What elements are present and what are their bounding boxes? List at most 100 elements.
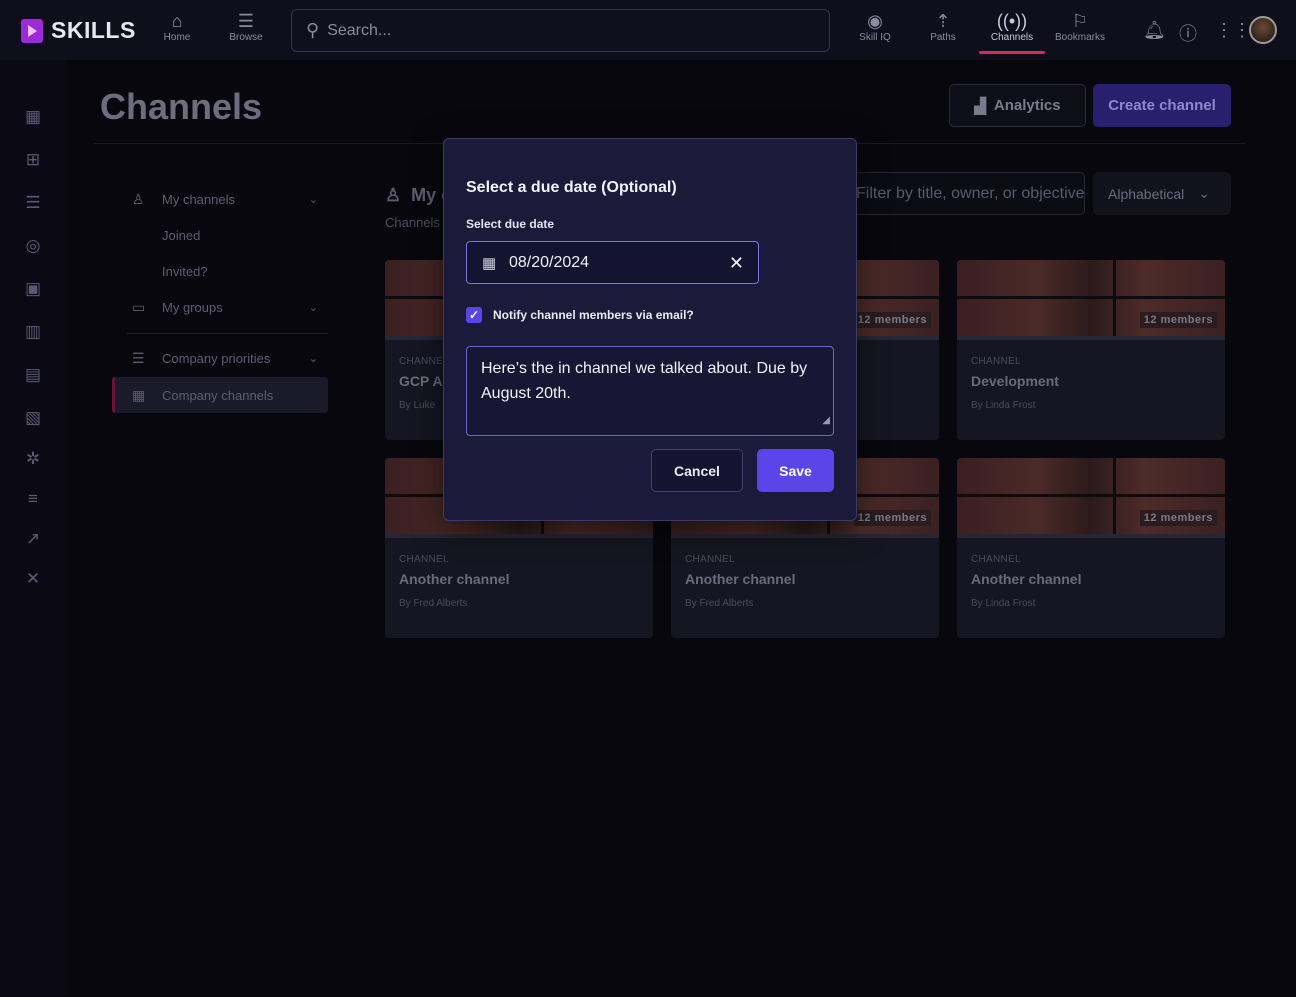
priorities-icon[interactable]: ≡ bbox=[22, 488, 44, 510]
chevron-down-icon: ⌄ bbox=[308, 193, 318, 206]
sidebar-item-label: Company channels bbox=[162, 387, 274, 403]
card-kicker: CHANNEL bbox=[399, 554, 449, 565]
card-progress-strip bbox=[385, 534, 653, 538]
left-rail: ▦ ⊞ ☰ ◎ ▣ ▥ ▤ ▧ ✲ ≡ ↗ ✕ bbox=[0, 60, 66, 997]
search-input[interactable] bbox=[327, 21, 808, 40]
notifications-icon[interactable]: 🔔︎ bbox=[1143, 20, 1166, 41]
chevron-down-icon: ⌄ bbox=[308, 352, 318, 365]
skills-logo[interactable]: SKILLS bbox=[21, 17, 136, 44]
skills-logo-icon bbox=[21, 18, 43, 43]
card-owner: By Fred Alberts bbox=[685, 598, 754, 609]
nav-skill-iq[interactable]: ◉ Skill IQ bbox=[840, 10, 910, 43]
calendar-icon[interactable]: ▦ bbox=[482, 254, 500, 272]
tools-icon[interactable]: ✕ bbox=[22, 568, 44, 590]
channel-card[interactable]: 12 members CHANNEL Another channel By Li… bbox=[957, 458, 1225, 638]
search-bar[interactable]: ⚲ bbox=[291, 9, 830, 52]
sidebar-item-label: My groups bbox=[162, 299, 223, 315]
list-icon[interactable]: ☰ bbox=[22, 192, 44, 214]
card-kicker: CHANNEL bbox=[399, 356, 449, 367]
create-channel-button[interactable]: Create channel bbox=[1093, 84, 1231, 127]
analytics-button[interactable]: ▟ Analytics bbox=[949, 84, 1086, 127]
sidebar-item-company-channels[interactable]: ▦ Company channels bbox=[112, 377, 328, 413]
card-kicker: CHANNEL bbox=[685, 554, 735, 565]
card-owner: By Luke bbox=[399, 400, 436, 411]
message-textarea[interactable]: Here’s the in channel we talked about. D… bbox=[466, 346, 834, 436]
sidebar-item-invited[interactable]: Invited? bbox=[112, 253, 328, 289]
notify-label: Notify channel members via email? bbox=[493, 308, 694, 322]
card-title: GCP A bbox=[399, 373, 443, 389]
card-progress-strip bbox=[671, 534, 939, 538]
sidebar-divider bbox=[127, 333, 328, 334]
integrations-icon[interactable]: ✲ bbox=[22, 448, 44, 470]
sidebar-item-label: Company priorities bbox=[162, 350, 271, 366]
nav-browse[interactable]: ☰ Browse bbox=[211, 10, 281, 43]
dashboard-icon[interactable]: ▦ bbox=[22, 106, 44, 128]
analytics-rail-icon[interactable]: ▥ bbox=[22, 321, 44, 343]
sort-select-value: Alphabetical bbox=[1108, 185, 1185, 202]
due-date-label: Select due date bbox=[466, 217, 555, 231]
list-icon: ☰ bbox=[132, 349, 145, 366]
due-date-dialog: Select a due date (Optional) Select due … bbox=[443, 138, 857, 521]
brand-name: SKILLS bbox=[51, 17, 136, 43]
sidebar-item-label: Joined bbox=[162, 227, 201, 243]
card-owner: By Linda Frost bbox=[971, 598, 1036, 609]
members-badge: 12 members bbox=[853, 312, 931, 328]
card-kicker: CHANNEL bbox=[971, 356, 1021, 367]
notify-checkbox-row[interactable]: ✓ Notify channel members via email? bbox=[466, 307, 694, 323]
user-icon: ♙ bbox=[385, 185, 402, 205]
section-subtitle: Channels bbox=[385, 215, 440, 230]
sidebar-item-my-groups[interactable]: ▭ My groups ⌄ bbox=[112, 289, 328, 325]
save-button[interactable]: Save bbox=[757, 449, 834, 492]
filter-input[interactable]: Filter by title, owner, or objective bbox=[840, 172, 1085, 215]
cancel-button[interactable]: Cancel bbox=[651, 449, 743, 492]
trend-icon[interactable]: ↗ bbox=[22, 528, 44, 550]
help-icon[interactable]: ⓘ bbox=[1179, 20, 1197, 46]
channel-card[interactable]: 12 members CHANNEL Development By Linda … bbox=[957, 260, 1225, 440]
channels-rail-icon[interactable]: ◎ bbox=[22, 235, 44, 257]
nav-skill-iq-label: Skill IQ bbox=[859, 32, 891, 43]
card-progress-strip bbox=[957, 534, 1225, 538]
page-title: Channels bbox=[100, 86, 263, 127]
card-title: Another channel bbox=[971, 571, 1082, 587]
nav-channels-label: Channels bbox=[990, 32, 1034, 43]
sidebar-item-joined[interactable]: Joined bbox=[112, 217, 328, 253]
nav-paths-label: Paths bbox=[930, 32, 956, 43]
building-icon: ▦ bbox=[132, 386, 146, 403]
catalog-icon[interactable]: ▧ bbox=[22, 407, 44, 429]
resize-handle-icon[interactable]: ◢ bbox=[822, 408, 830, 433]
nav-channels[interactable]: ((•)) Channels bbox=[977, 10, 1047, 54]
nav-bookmarks-label: Bookmarks bbox=[1054, 32, 1105, 43]
folder-icon: ▭ bbox=[132, 298, 146, 315]
nav-paths[interactable]: ⇡ Paths bbox=[908, 10, 978, 43]
dialog-title: Select a due date (Optional) bbox=[466, 179, 677, 196]
channels-icon: ((•)) bbox=[996, 11, 1028, 31]
members-badge: 12 members bbox=[1139, 312, 1217, 328]
top-bar: SKILLS ⌂ Home ☰ Browse ⚲ ◉ Skill IQ ⇡ Pa… bbox=[0, 0, 1296, 60]
bookmark-icon: ⚐ bbox=[1071, 11, 1089, 31]
browse-icon: ☰ bbox=[237, 11, 255, 31]
card-kicker: CHANNEL bbox=[971, 554, 1021, 565]
sidebar-item-company-priorities[interactable]: ☰ Company priorities ⌄ bbox=[112, 340, 328, 376]
skill-iq-icon: ◉ bbox=[867, 11, 883, 31]
sidebar-item-my-channels[interactable]: ♙ My channels ⌄ bbox=[112, 181, 328, 217]
org-chart-icon[interactable]: ⊞ bbox=[22, 149, 44, 171]
chevron-down-icon: ⌄ bbox=[308, 301, 318, 314]
card-owner: By Linda Frost bbox=[971, 400, 1036, 411]
due-date-field[interactable]: ▦ 08/20/2024 ✕ bbox=[466, 241, 759, 284]
avatar[interactable] bbox=[1249, 16, 1277, 44]
building-icon[interactable]: ▤ bbox=[22, 364, 44, 386]
sort-select[interactable]: Alphabetical ⌄ bbox=[1093, 172, 1231, 215]
nav-bookmarks[interactable]: ⚐ Bookmarks bbox=[1045, 10, 1115, 43]
sidebar-item-label: Invited? bbox=[162, 263, 208, 279]
chart-icon: ▟ bbox=[974, 97, 986, 115]
home-icon: ⌂ bbox=[171, 11, 183, 31]
notify-checkbox[interactable]: ✓ bbox=[466, 307, 482, 323]
nav-home[interactable]: ⌂ Home bbox=[142, 10, 212, 43]
members-badge: 12 members bbox=[1139, 510, 1217, 526]
badge-icon[interactable]: ▣ bbox=[22, 278, 44, 300]
nav-home-label: Home bbox=[163, 32, 191, 43]
search-icon: ⚲ bbox=[306, 20, 320, 40]
message-text: Here’s the in channel we talked about. D… bbox=[481, 360, 808, 402]
card-title: Another channel bbox=[399, 571, 510, 587]
clear-date-icon[interactable]: ✕ bbox=[729, 253, 744, 273]
